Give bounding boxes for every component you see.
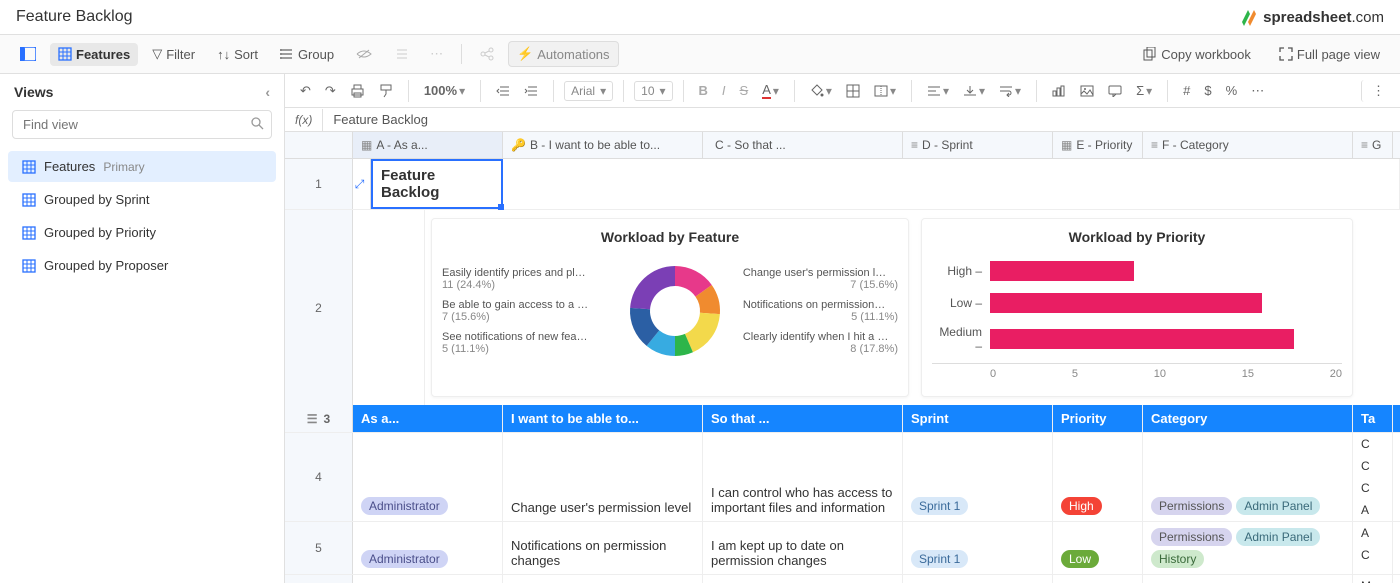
grid-icon (22, 160, 36, 174)
italic-button[interactable]: I (717, 80, 731, 101)
strike-button[interactable]: S (735, 80, 754, 101)
table-row[interactable]: 6Clearly identify when I hit aI can make… (285, 575, 1400, 583)
chart-workload-by-priority: Workload by Priority High –Low –Medium –… (921, 218, 1353, 397)
grid-icon (22, 193, 36, 207)
zoom-select[interactable]: 100%▾ (419, 80, 470, 101)
font-size-select[interactable]: 10▾ (634, 81, 672, 101)
undo-button[interactable]: ↶ (295, 80, 316, 102)
row-header[interactable]: 4 (285, 433, 353, 521)
formula-input[interactable]: Feature Backlog (323, 108, 1400, 131)
currency-button[interactable]: $ (1199, 80, 1216, 101)
row-header[interactable]: ☰3 (285, 405, 353, 432)
automations-button[interactable]: ⚡Automations (508, 41, 618, 67)
brand-logo-area: spreadsheet.com (1239, 8, 1384, 26)
panel-toggle-button[interactable] (12, 43, 44, 65)
table-row[interactable]: 5AdministratorNotifications on permissio… (285, 522, 1400, 575)
page-title: Feature Backlog (16, 8, 133, 26)
toolbar-more-button[interactable]: ⋯ (1246, 80, 1269, 102)
number-format-button[interactable]: # (1178, 80, 1195, 101)
view-features-button[interactable]: Features (50, 43, 138, 66)
sort-icon: ↑↓ (217, 47, 230, 62)
chart-workload-by-feature: Workload by Feature Easily identify pric… (431, 218, 909, 397)
row-header[interactable]: 2 (285, 210, 353, 405)
paint-format-button[interactable] (374, 81, 398, 101)
column-header[interactable]: ≡F - Category (1143, 132, 1353, 158)
column-header[interactable]: ▦A - As a... (353, 132, 503, 158)
bold-button[interactable]: B (694, 80, 713, 101)
row-header[interactable]: 1 (285, 159, 353, 209)
spreadsheet-grid[interactable]: ▦A - As a...🔑B - I want to be able to...… (285, 132, 1400, 583)
column-header[interactable]: ≡G (1353, 132, 1393, 158)
sidebar-view-item[interactable]: Grouped by Sprint (8, 184, 276, 215)
filter-icon: ▽ (152, 46, 162, 62)
sidebar-heading: Views (14, 84, 53, 100)
insert-image-button[interactable] (1075, 82, 1099, 100)
column-header[interactable]: ≡D - Sprint (903, 132, 1053, 158)
column-type-icon: ▦ (361, 138, 372, 152)
brand-logo-icon (1239, 8, 1257, 26)
fill-color-button[interactable]: ▾ (805, 81, 837, 101)
column-type-icon: ≡ (1151, 138, 1158, 152)
copy-icon (1143, 47, 1157, 61)
group-button[interactable]: Group (272, 43, 342, 66)
sidebar: Views ‹ FeaturesPrimaryGrouped by Sprint… (0, 74, 285, 583)
format-toolbar: ↶ ↷ 100%▾ Arial▾ 10▾ B I S A▾ ▾ ▾ ▾ ▾ (285, 74, 1400, 108)
column-type-icon: ≡ (911, 138, 918, 152)
collapse-sidebar-button[interactable]: ‹ (265, 84, 270, 100)
insert-chart-button[interactable] (1047, 82, 1071, 100)
sidebar-view-item[interactable]: Grouped by Priority (8, 217, 276, 248)
toolbar-menu-button[interactable]: ⋮ (1361, 80, 1390, 102)
find-view-input[interactable] (12, 110, 272, 139)
grid-icon (22, 226, 36, 240)
redo-button[interactable]: ↷ (320, 80, 341, 102)
indent-decrease-button[interactable] (491, 82, 515, 100)
grid-icon (22, 259, 36, 273)
more-button[interactable]: ⋯ (422, 42, 451, 66)
bolt-icon: ⚡ (517, 46, 533, 62)
eye-off-icon (356, 48, 372, 60)
hide-fields-button[interactable] (348, 44, 380, 64)
share-button[interactable] (472, 43, 502, 65)
full-page-button[interactable]: Full page view (1271, 43, 1388, 66)
table-row[interactable]: 4AdministratorChange user's permission l… (285, 433, 1400, 522)
fx-label: f(x) (285, 109, 323, 131)
group-icon (280, 48, 294, 60)
expand-row-icon[interactable]: ⤢ (355, 177, 365, 192)
column-header[interactable]: ▦E - Priority (1053, 132, 1143, 158)
valign-button[interactable]: ▾ (958, 81, 990, 101)
sidebar-view-item[interactable]: FeaturesPrimary (8, 151, 276, 182)
column-header[interactable]: C - So that ... (703, 132, 903, 158)
search-icon (250, 116, 264, 130)
grid-icon (58, 47, 72, 61)
selected-cell[interactable]: Feature Backlog (371, 159, 503, 209)
row-header[interactable]: 5 (285, 522, 353, 574)
column-type-icon: ≡ (1361, 138, 1368, 152)
indent-increase-button[interactable] (519, 82, 543, 100)
expand-icon (1279, 47, 1293, 61)
text-color-button[interactable]: A▾ (757, 79, 784, 102)
font-select[interactable]: Arial▾ (564, 81, 613, 101)
row-height-button[interactable] (386, 44, 416, 64)
merge-button[interactable]: ▾ (869, 81, 901, 101)
borders-button[interactable] (841, 81, 865, 101)
halign-button[interactable]: ▾ (922, 81, 954, 101)
filter-button[interactable]: ▽Filter (144, 42, 203, 66)
insert-comment-button[interactable] (1103, 82, 1127, 100)
percent-button[interactable]: % (1221, 80, 1243, 101)
print-button[interactable] (345, 81, 370, 101)
column-header[interactable]: 🔑B - I want to be able to... (503, 132, 703, 158)
wrap-button[interactable]: ▾ (994, 81, 1026, 101)
sidebar-view-item[interactable]: Grouped by Proposer (8, 250, 276, 281)
sort-button[interactable]: ↑↓Sort (209, 43, 266, 66)
column-type-icon: ▦ (1061, 138, 1072, 152)
copy-workbook-button[interactable]: Copy workbook (1135, 43, 1259, 66)
row-header[interactable]: 6 (285, 575, 353, 583)
divider (461, 44, 462, 64)
column-type-icon: 🔑 (511, 138, 526, 152)
functions-button[interactable]: Σ▾ (1131, 80, 1157, 101)
